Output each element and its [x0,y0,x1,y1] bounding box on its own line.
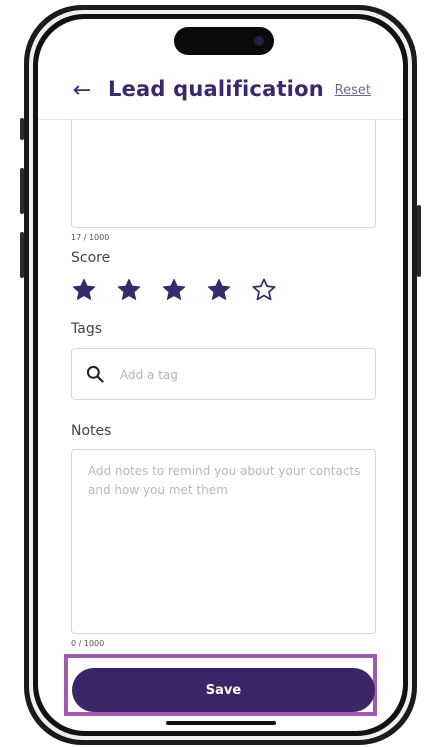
notes-label: Notes [71,423,112,439]
side-button-power [417,205,421,277]
star-2-icon[interactable] [116,277,142,303]
back-button[interactable]: ← [70,79,94,103]
score-rating [71,277,296,303]
notes-input[interactable] [86,460,365,624]
app-screen: ← Lead qualification Reset 17 / 1000 Sco… [38,19,403,731]
tags-label: Tags [71,321,102,337]
side-button-volume-up [20,168,24,214]
star-5-icon[interactable] [251,277,277,303]
reset-link[interactable]: Reset [335,83,371,98]
description-counter: 17 / 1000 [71,233,110,242]
tags-field[interactable] [71,348,376,400]
dynamic-island [174,27,274,55]
description-field[interactable] [71,119,376,228]
star-3-icon[interactable] [161,277,187,303]
star-4-icon[interactable] [206,277,232,303]
side-button-action [20,118,24,140]
camera-icon [254,36,264,46]
app-header: ← Lead qualification Reset [38,71,403,120]
search-icon [86,365,104,383]
home-indicator [166,721,276,725]
tags-input[interactable] [118,363,362,387]
page-title: Lead qualification [108,77,324,101]
star-1-icon[interactable] [71,277,97,303]
score-label: Score [71,250,111,266]
side-button-volume-down [20,232,24,278]
notes-field[interactable] [71,449,376,634]
save-button[interactable]: Save [72,668,375,712]
notes-counter: 0 / 1000 [71,639,105,648]
arrow-left-icon: ← [72,78,92,103]
